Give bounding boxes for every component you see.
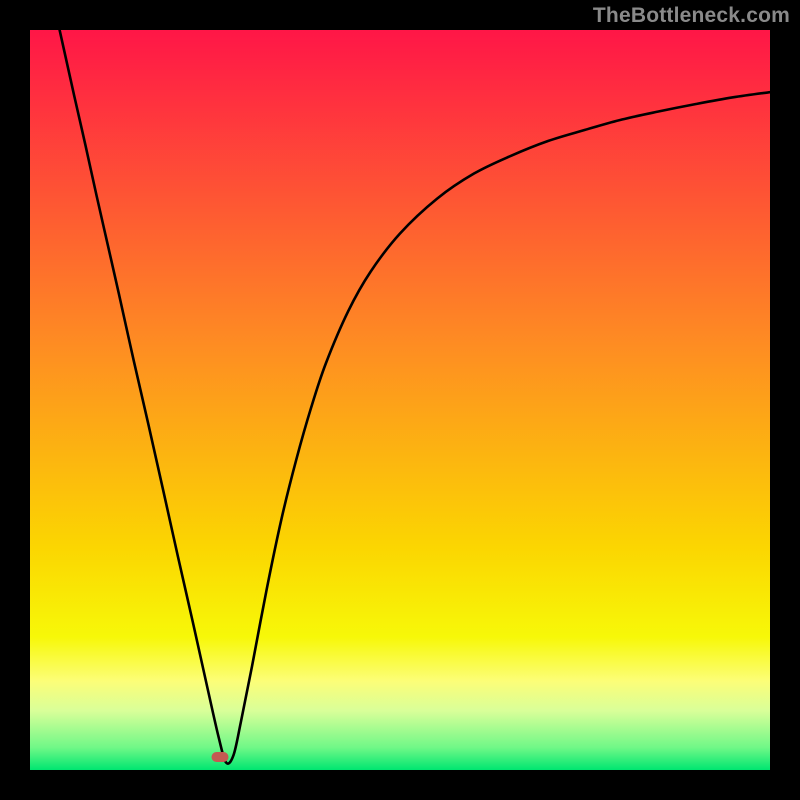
plot-area	[30, 30, 770, 770]
bottleneck-curve	[30, 30, 770, 770]
watermark-text: TheBottleneck.com	[593, 4, 790, 28]
chart-frame: TheBottleneck.com	[0, 0, 800, 800]
optimal-marker	[212, 752, 229, 762]
